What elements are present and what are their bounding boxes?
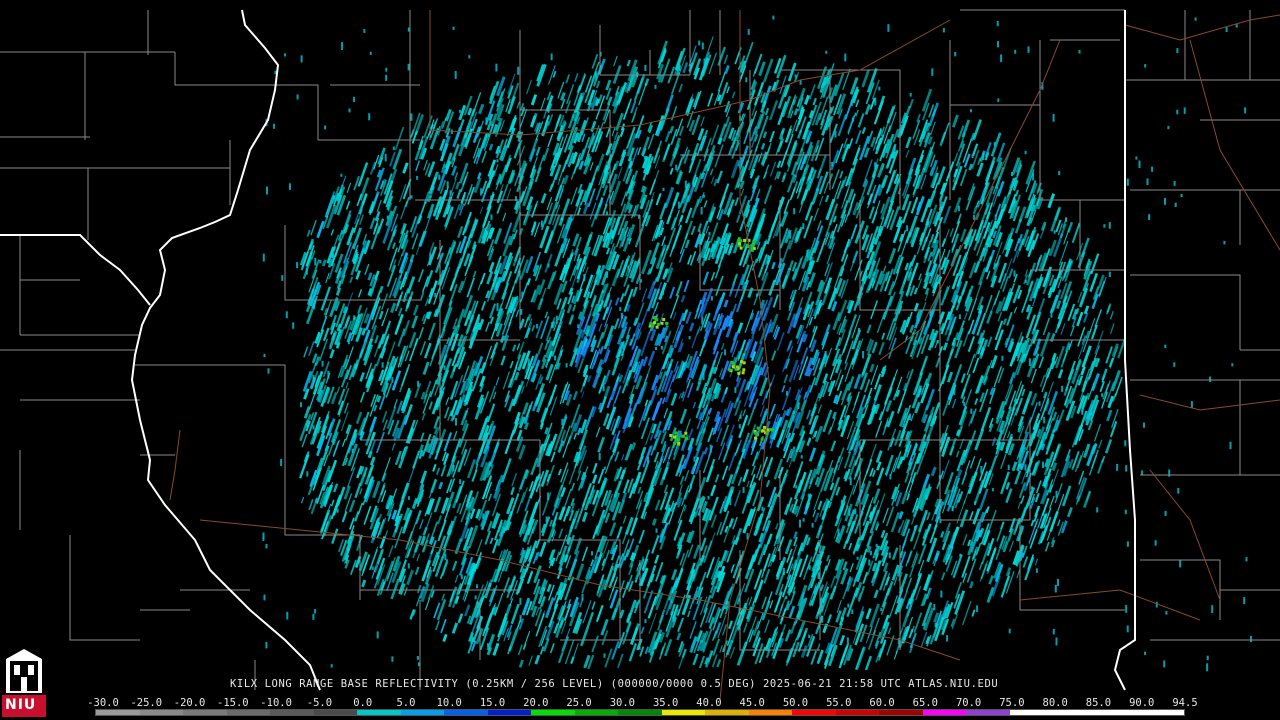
scale-label: 70.0 [955, 697, 982, 709]
scale-label: -15.0 [217, 697, 249, 709]
scale-swatch [792, 710, 836, 715]
scale-label: 15.0 [479, 697, 506, 709]
scale-swatch [1009, 710, 1054, 715]
scale-label: 50.0 [782, 697, 809, 709]
scale-label: 5.0 [396, 697, 416, 709]
scale-label: 60.0 [869, 697, 895, 709]
scale-swatch [966, 710, 1010, 715]
scale-swatch [313, 710, 358, 715]
scale-swatch [357, 710, 401, 715]
scale-label: 80.0 [1042, 697, 1068, 709]
scale-label: 65.0 [912, 697, 938, 709]
scale-swatch [444, 710, 488, 715]
scale-label: -25.0 [130, 697, 163, 709]
scale-swatch [922, 710, 967, 715]
scale-label: 94.5 [1172, 697, 1198, 709]
scale-label: 85.0 [1085, 697, 1112, 709]
scale-swatch [879, 710, 923, 715]
scale-swatch [748, 710, 793, 715]
scale-swatch [400, 710, 445, 715]
color-scale-labels: -30.0 -25.0 -20.0 -15.0 -10.0 -5.0 0.0 5.0 10.0 1… [87, 697, 1198, 709]
scale-swatch [705, 710, 749, 715]
scale-swatch [574, 710, 619, 715]
scale-label: -10.0 [260, 697, 292, 709]
scale-swatch [1096, 710, 1141, 715]
scale-swatch [1140, 710, 1184, 715]
scale-swatch [487, 710, 532, 715]
scale-label: 55.0 [826, 697, 852, 709]
scale-swatch [1053, 710, 1097, 715]
scale-swatch [96, 710, 140, 715]
scale-label: 0.0 [353, 697, 373, 709]
scale-swatch [835, 710, 880, 715]
scale-swatch [270, 710, 314, 715]
scale-label: 75.0 [999, 697, 1025, 709]
scale-label: 40.0 [696, 697, 722, 709]
scale-label: -20.0 [173, 697, 206, 709]
scale-label: -30.0 [87, 697, 119, 709]
scale-swatch [661, 710, 706, 715]
scale-swatch [531, 710, 575, 715]
scale-swatch [139, 710, 184, 715]
scale-label: -5.0 [306, 697, 333, 709]
scale-swatch [618, 710, 662, 715]
scale-label: 45.0 [739, 697, 765, 709]
product-caption: KILX LONG RANGE BASE REFLECTIVITY (0.25K… [230, 678, 999, 690]
scale-label: 90.0 [1129, 697, 1155, 709]
scale-swatch [183, 710, 227, 715]
scale-label: 10.0 [436, 697, 462, 709]
color-scale-bar [95, 709, 1185, 716]
scale-label: 30.0 [609, 697, 636, 709]
niu-logo-text: NIU [5, 697, 37, 713]
radar-map [0, 0, 1280, 720]
scale-label: 20.0 [523, 697, 549, 709]
scale-label: 35.0 [652, 697, 679, 709]
scale-label: 25.0 [566, 697, 592, 709]
scale-swatch [226, 710, 271, 715]
